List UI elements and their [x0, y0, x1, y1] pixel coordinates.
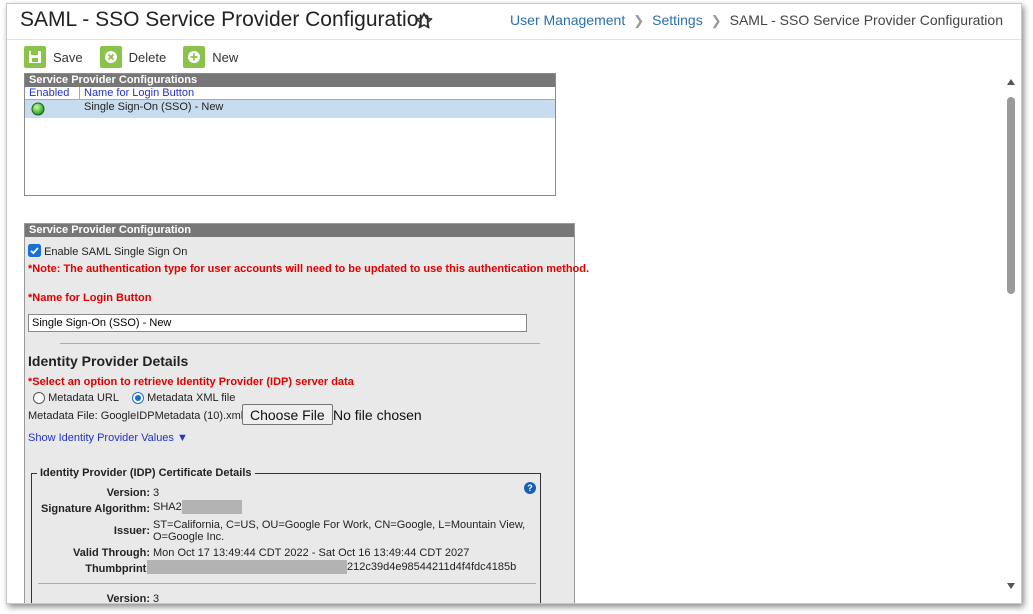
- toolbar: Save Delete New: [24, 45, 255, 69]
- table-row[interactable]: Single Sign-On (SSO) - New: [25, 100, 555, 118]
- new-button[interactable]: New: [183, 45, 238, 69]
- certificate-legend: Identity Provider (IDP) Certificate Deta…: [37, 467, 255, 479]
- radio-metadata-url[interactable]: Metadata URL: [33, 392, 119, 405]
- no-file-text: No file chosen: [333, 407, 422, 423]
- chevron-right-icon: ❯: [633, 13, 645, 28]
- thumbprint-field: 212c39d4e98544211d4f4fdc4185b: [147, 560, 516, 574]
- choose-file-button[interactable]: Choose File: [242, 404, 333, 425]
- page-title: SAML - SSO Service Provider Configuratio…: [20, 8, 431, 31]
- delete-label: Delete: [128, 49, 167, 65]
- chevron-right-icon: ❯: [710, 13, 722, 28]
- radio-xml-button[interactable]: [132, 392, 144, 405]
- idp-select-label: *Select an option to retrieve Identity P…: [28, 376, 354, 388]
- list-header: Enabled Name for Login Button: [25, 87, 555, 100]
- signature-algorithm-field: SHA2: [153, 500, 242, 514]
- delete-icon: [99, 46, 122, 68]
- save-icon: [24, 46, 46, 68]
- thumbprint-label: Thumbprint:: [85, 563, 150, 575]
- app-window: SAML - SSO Service Provider Configuratio…: [6, 3, 1022, 604]
- scroll-up-arrow-icon[interactable]: [1007, 79, 1015, 85]
- enable-saml-row: Enable SAML Single Sign On: [28, 244, 187, 258]
- save-label: Save: [53, 49, 83, 65]
- star-icon[interactable]: [414, 11, 434, 31]
- radio-xml-label: Metadata XML file: [147, 392, 236, 404]
- login-button-name-field[interactable]: [28, 314, 527, 332]
- enable-saml-label: Enable SAML Single Sign On: [44, 246, 188, 258]
- help-icon[interactable]: ?: [524, 482, 536, 494]
- scroll-down-arrow-icon[interactable]: [1007, 583, 1015, 589]
- idp-section-title: Identity Provider Details: [28, 353, 189, 369]
- valid-through-label: Valid Through:: [73, 547, 150, 559]
- enabled-cell: [25, 100, 80, 118]
- page-header: SAML - SSO Service Provider Configuratio…: [7, 4, 1021, 40]
- issuer-label: Issuer:: [113, 525, 150, 537]
- breadcrumb: User Management ❯ Settings ❯ SAML - SSO Serv…: [510, 12, 1003, 29]
- signature-algorithm-value: SHA2: [153, 500, 182, 513]
- certificate-details-fieldset: Identity Provider (IDP) Certificate Deta…: [31, 467, 541, 604]
- service-provider-config-panel: Service Provider Configuration Enable SA…: [24, 223, 589, 604]
- list-panel-title: Service Provider Configurations: [25, 74, 555, 87]
- valid-through-value: Mon Oct 17 13:49:44 CDT 2022 - Sat Oct 1…: [153, 547, 470, 559]
- scrollbar-thumb[interactable]: [1007, 97, 1015, 294]
- breadcrumb-current: SAML - SSO Service Provider Configuratio…: [729, 12, 1003, 28]
- breadcrumb-settings[interactable]: Settings: [652, 12, 703, 28]
- enabled-status-icon: [31, 102, 45, 116]
- column-enabled[interactable]: Enabled: [25, 87, 80, 99]
- radio-url-label: Metadata URL: [48, 392, 119, 404]
- new-label: New: [212, 49, 239, 65]
- version-label-2: Version:: [106, 593, 150, 604]
- name-label: *Name for Login Button: [28, 292, 152, 304]
- radio-metadata-xml[interactable]: Metadata XML file: [132, 392, 236, 405]
- show-idp-values-link[interactable]: Show Identity Provider Values ▼: [28, 432, 188, 444]
- column-name[interactable]: Name for Login Button: [80, 87, 194, 99]
- auth-note: *Note: The authentication type for user …: [28, 263, 590, 275]
- redaction-blur: [147, 560, 347, 574]
- config-panel-title: Service Provider Configuration: [25, 224, 574, 237]
- version-value: 3: [153, 487, 160, 499]
- divider: [38, 583, 536, 584]
- save-button[interactable]: Save: [24, 45, 83, 69]
- metadata-file-label: Metadata File: GoogleIDPMetadata (10).xm…: [28, 410, 244, 422]
- vertical-scrollbar[interactable]: [1005, 79, 1017, 589]
- version-label: Version:: [106, 487, 150, 499]
- divider: [60, 343, 540, 344]
- add-icon: [183, 46, 206, 68]
- issuer-line-2: O=Google Inc.: [153, 531, 225, 543]
- name-cell: Single Sign-On (SSO) - New: [84, 101, 224, 113]
- enable-saml-checkbox[interactable]: [28, 244, 41, 257]
- version-value-2: 3: [153, 593, 160, 604]
- breadcrumb-user-management[interactable]: User Management: [510, 12, 625, 28]
- thumbprint-value: 212c39d4e98544211d4f4fdc4185b: [347, 560, 517, 573]
- signature-algorithm-label: Signature Algorithm:: [41, 503, 150, 515]
- issuer-line-1: ST=California, C=US, OU=Google For Work,…: [153, 519, 526, 531]
- redaction-blur: [181, 500, 242, 514]
- delete-button[interactable]: Delete: [99, 45, 167, 69]
- service-provider-list-panel: Service Provider Configurations Enabled …: [24, 73, 556, 196]
- radio-url-button[interactable]: [33, 392, 45, 405]
